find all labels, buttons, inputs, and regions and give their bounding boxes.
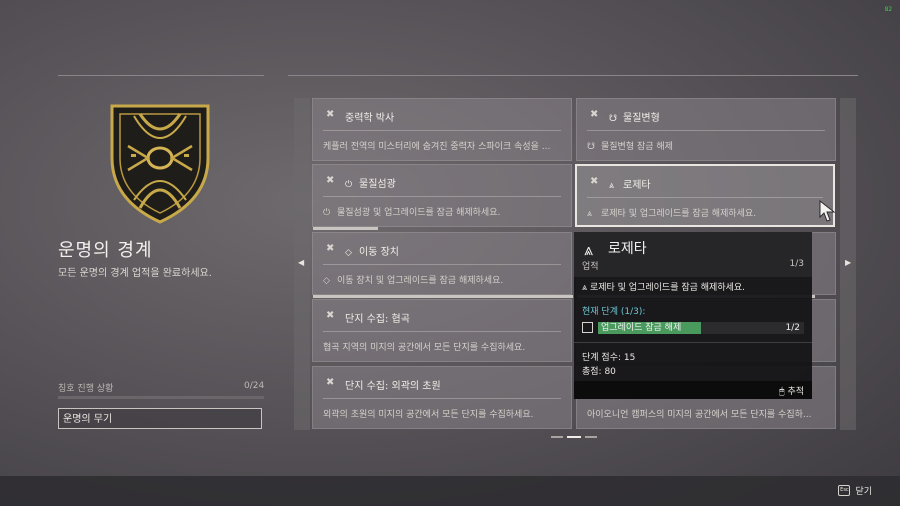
card-description: 외곽의 초원의 미지의 공간에서 모든 단지를 수집하세요. [323,410,534,420]
title-progress-label: 칭호 진행 상황 [58,384,114,394]
esc-key-icon: Esc [838,485,851,496]
card-description-text: 물질섬광 및 업그레이드를 잠금 해제하세요. [337,208,501,218]
arrow-left-icon: ◀ [298,258,305,267]
triumph-tooltip: ⩓ 로제타 업적 1/3 ⩓ 로제타 및 업그레이드를 잠금 해제하세요. 현재… [574,232,812,399]
tooltip-count: 1/3 [789,259,804,269]
card-title-text: 로제타 [623,180,651,191]
card-divider [323,130,561,131]
card-description: 아이오니언 캠퍼스의 미지의 공간에서 모든 단지를 수집하... [587,410,812,420]
tooltip-description: ⩓ 로제타 및 업그레이드를 잠금 해제하세요. [582,280,745,293]
card-title: ☋ 물질변형 [609,109,660,124]
triumph-card-mover[interactable]: ✖ ◇ 이동 장치 ◇ 이동 장치 및 업그레이드를 잠금 해제하세요. [312,232,573,298]
card-divider [323,331,561,332]
objective-label: 업그레이드 잠금 해제 [601,323,682,333]
mouse-icon: 🖱 [779,387,785,397]
divider-left [58,75,264,76]
tooltip-divider [574,342,812,343]
power-icon: ⏻ [345,180,353,190]
card-description: ⏻ 물질섬광 및 업그레이드를 잠금 해제하세요. [323,205,563,218]
x-crossed-icon: ✖ [326,175,335,186]
transmutation-icon: ☋ [587,142,595,152]
bottom-bar: Esc 닫기 [0,476,900,506]
card-title: ⏻ 물질섬광 [345,175,396,190]
card-description-text: 로제타 및 업그레이드를 잠금 해제하세요. [601,209,757,219]
close-label: 닫기 [855,487,872,497]
tooltip-header: ⩓ 로제타 업적 1/3 [574,232,812,277]
card-description-text: 물질변형 잠금 해제 [601,142,673,152]
objective-progress: 1/2 [785,323,800,333]
card-description: ⩓ 로제타 및 업그레이드를 잠금 해제하세요. [587,206,827,219]
stage-score: 단계 점수: 15 [582,353,636,363]
page-next-button[interactable]: ▶ [840,98,856,430]
tooltip-footer: 🖱 추적 [574,381,812,399]
triumph-card-gravity[interactable]: ✖ 중력학 박사 케플러 전역의 미스터리에 숨겨진 중력자 스파이크 속성을 … [312,98,572,161]
objective-bar: 업그레이드 잠금 해제 1/2 [598,322,804,334]
track-label: 추적 [787,387,804,397]
triumph-card-rosetta[interactable]: ✖ ⩓ 로제타 ⩓ 로제타 및 업그레이드를 잠금 해제하세요. [575,164,835,227]
card-progress-bar [313,227,378,230]
divider-right [288,75,858,76]
diamond-icon: ◇ [345,248,352,258]
triumph-card-flash[interactable]: ✖ ⏻ 물질섬광 ⏻ 물질섬광 및 업그레이드를 잠금 해제하세요. [312,164,572,230]
x-crossed-icon: ✖ [326,109,335,120]
x-crossed-icon: ✖ [590,109,599,120]
power-icon: ⏻ [323,208,331,218]
tooltip-type: 업적 [582,262,599,272]
rosetta-icon: ⩓ [582,283,588,293]
card-description: 케플러 전역의 미스터리에 숨겨진 중력자 스파이크 속성을 ... [323,142,551,152]
card-title-text: 이동 장치 [359,247,399,258]
cursor-arrow-icon [819,200,836,222]
card-description: ☋ 물질변형 잠금 해제 [587,139,827,152]
tooltip-title: 로제타 [608,241,647,257]
triumph-card-meadow[interactable]: ✖ 단지 수집: 외곽의 초원 외곽의 초원의 미지의 공간에서 모든 단지를 … [312,366,572,429]
card-divider [323,264,561,265]
tooltip-description-text: 로제타 및 업그레이드를 잠금 해제하세요. [589,283,746,293]
x-crossed-icon: ✖ [326,377,335,388]
seal-title: 운명의 경계 [58,240,153,261]
card-divider [587,197,823,198]
page-indicator-3[interactable] [585,436,597,438]
title-reward-box[interactable]: 운명의 무기 [58,408,262,429]
card-divider [323,398,561,399]
x-crossed-icon: ✖ [326,243,335,254]
seal-description: 모든 운명의 경계 업적을 완료하세요. [58,268,212,279]
track-hint: 🖱 추적 [779,384,804,397]
card-divider [587,130,825,131]
title-progress-bar [58,396,264,399]
card-divider [323,196,561,197]
card-title-text: 물질변형 [623,113,660,124]
card-description-text: 이동 장치 및 업그레이드를 잠금 해제하세요. [337,276,504,286]
card-title: ⩓ 로제타 [609,176,651,191]
close-button[interactable]: Esc 닫기 [838,484,872,497]
page-indicator-2[interactable] [567,436,581,438]
card-description: ◇ 이동 장치 및 업그레이드를 잠금 해제하세요. [323,273,563,286]
objective-checkbox [582,322,593,333]
fps-counter: 82 [884,6,892,13]
x-crossed-icon: ✖ [590,176,599,187]
card-title: 단지 수집: 협곡 [345,314,410,325]
page-prev-button[interactable]: ◀ [294,98,310,430]
rosetta-icon: ⩓ [609,181,615,191]
page-indicator-1[interactable] [551,436,563,438]
x-crossed-icon: ✖ [326,310,335,321]
card-title-text: 물질섬광 [359,179,396,190]
rosetta-icon: ⩓ [584,240,594,259]
card-title: 단지 수집: 외곽의 초원 [345,381,441,392]
rosetta-icon: ⩓ [587,209,593,219]
transmutation-icon: ☋ [609,114,617,124]
card-title: ◇ 이동 장치 [345,243,399,258]
total-score: 총점: 80 [582,367,616,377]
triumph-card-canyon[interactable]: ✖ 단지 수집: 협곡 협곡 지역의 미지의 공간에서 모든 단지를 수집하세요… [312,299,572,362]
title-progress-count: 0/24 [244,381,265,391]
card-description: 협곡 지역의 미지의 공간에서 모든 단지를 수집하세요. [323,343,526,353]
tooltip-stage: 현재 단계 (1/3): [582,307,646,317]
diamond-icon: ◇ [323,276,330,286]
card-progress-bar [313,295,573,298]
card-title: 중력학 박사 [345,113,395,124]
arrow-right-icon: ▶ [845,258,852,267]
seal-emblem [110,104,210,224]
triumph-card-transmutation[interactable]: ✖ ☋ 물질변형 ☋ 물질변형 잠금 해제 [576,98,836,161]
